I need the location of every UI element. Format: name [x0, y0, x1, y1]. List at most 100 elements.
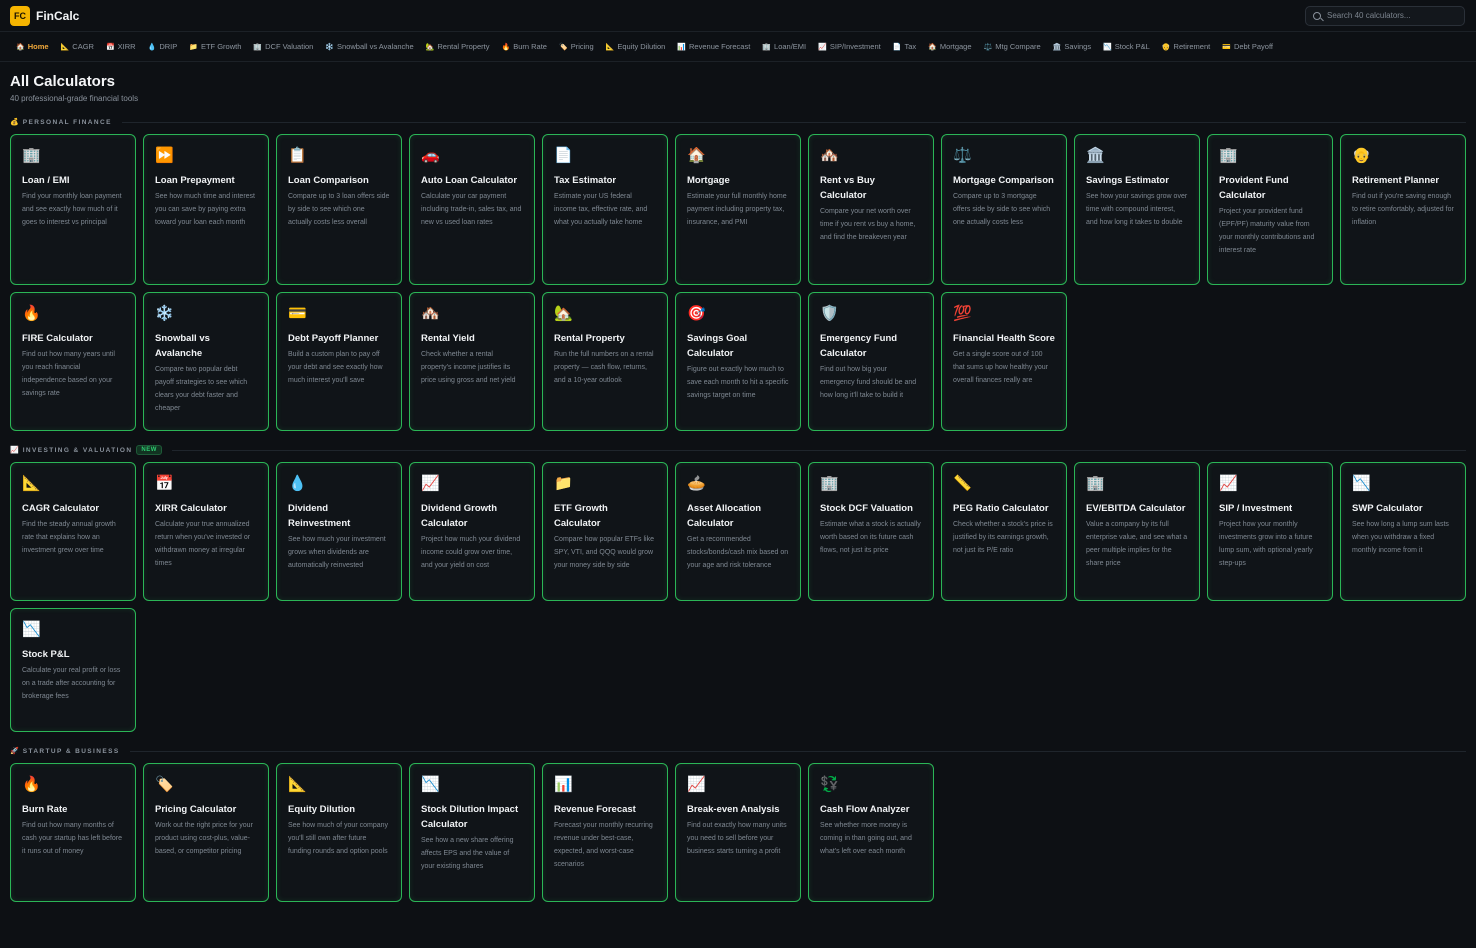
card-icon: 💧: [288, 475, 307, 492]
calculator-card-mortgage[interactable]: 🏠 Mortgage Estimate your full monthly home…: [675, 134, 801, 285]
calculator-card-burn-rate[interactable]: 🔥 Burn Rate Find out how many months of ca…: [10, 763, 136, 902]
calculator-card-financial-health-score[interactable]: 💯 Financial Health Score Get a single scor…: [941, 292, 1067, 431]
calculator-card-cash-flow-analyzer[interactable]: 💱 Cash Flow Analyzer See whether more mone…: [808, 763, 934, 902]
tab-home[interactable]: 🏠 Home: [10, 33, 55, 61]
tab-pricing[interactable]: 🏷️ Pricing: [553, 33, 600, 62]
card-title: PEG Ratio Calculator: [953, 503, 1049, 514]
card-title: Tax Estimator: [554, 175, 617, 186]
calculator-card-asset-allocation-calculator[interactable]: 🥧 Asset Allocation Calculator Get a recomm…: [675, 462, 801, 601]
calculator-card-break-even-analysis[interactable]: 📈 Break-even Analysis Find out exactly how…: [675, 763, 801, 902]
card-title: Rental Yield: [421, 333, 475, 344]
card-description: Find your monthly loan payment and see e…: [22, 193, 122, 226]
calculator-card-rent-vs-buy-calculator[interactable]: 🏘️ Rent vs Buy Calculator Compare your net…: [808, 134, 934, 285]
tab-sip-investment[interactable]: 📈 SIP/Investment: [812, 33, 887, 62]
card-icon: 🏢: [1086, 475, 1105, 492]
calculator-card-provident-fund-calculator[interactable]: 🏢 Provident Fund Calculator Project your p…: [1207, 134, 1333, 285]
calculator-card-retirement-planner[interactable]: 👴 Retirement Planner Find out if you're sa…: [1340, 134, 1466, 285]
calculator-card-stock-dilution-impact-calculator[interactable]: 📉 Stock Dilution Impact Calculator See how…: [409, 763, 535, 902]
card-grid: 📐 CAGR Calculator Find the steady annual g…: [10, 462, 1466, 732]
tab-tax[interactable]: 📄 Tax: [887, 33, 922, 62]
card-title: Savings Estimator: [1086, 175, 1169, 186]
tab-debt-payoff[interactable]: 💳 Debt Payoff: [1216, 33, 1279, 62]
tab-dcf-valuation[interactable]: 🏢 DCF Valuation: [247, 33, 319, 62]
card-icon: 📉: [421, 776, 440, 793]
tab-icon: 🔥: [501, 43, 511, 51]
calculator-card-cagr-calculator[interactable]: 📐 CAGR Calculator Find the steady annual g…: [10, 462, 136, 601]
card-icon: 🏢: [820, 475, 839, 492]
card-title: Emergency Fund Calculator: [820, 333, 898, 359]
tab-label: Pricing: [570, 42, 594, 51]
tab-revenue-forecast[interactable]: 📊 Revenue Forecast: [671, 33, 756, 62]
card-description: Forecast your monthly recurring revenue …: [554, 822, 653, 868]
tab-xirr[interactable]: 📅 XIRR: [100, 33, 142, 62]
calculator-card-xirr-calculator[interactable]: 📅 XIRR Calculator Calculate your true annu…: [143, 462, 269, 601]
calculator-card-dividend-growth-calculator[interactable]: 📈 Dividend Growth Calculator Project how m…: [409, 462, 535, 601]
calculator-card-ev-ebitda-calculator[interactable]: 🏢 EV/EBITDA Calculator Value a company by …: [1074, 462, 1200, 601]
card-icon: 📈: [1219, 475, 1238, 492]
calculator-card-swp-calculator[interactable]: 📉 SWP Calculator See how long a lump sum l…: [1340, 462, 1466, 601]
tab-rental-property[interactable]: 🏡 Rental Property: [420, 33, 496, 62]
tab-etf-growth[interactable]: 📁 ETF Growth: [183, 33, 247, 62]
tab-retirement[interactable]: 👴 Retirement: [1156, 33, 1216, 62]
card-icon: 💳: [288, 305, 307, 322]
section-header-personal-finance: 💰 PERSONAL FINANCE: [10, 116, 1466, 128]
calculator-card-loan-comparison[interactable]: 📋 Loan Comparison Compare up to 3 loan off…: [276, 134, 402, 285]
tab-equity-dilution[interactable]: 📐 Equity Dilution: [600, 33, 672, 62]
tab-savings[interactable]: 🏛️ Savings: [1047, 33, 1097, 62]
tab-cagr[interactable]: 📐 CAGR: [55, 33, 100, 62]
calculator-card-snowball-vs-avalanche[interactable]: ❄️ Snowball vs Avalanche Compare two popul…: [143, 292, 269, 431]
card-title: Asset Allocation Calculator: [687, 503, 762, 529]
calculator-card-emergency-fund-calculator[interactable]: 🛡️ Emergency Fund Calculator Find out how …: [808, 292, 934, 431]
calculator-card-loan-prepayment[interactable]: ⏩ Loan Prepayment See how much time and in…: [143, 134, 269, 285]
calculator-card-debt-payoff-planner[interactable]: 💳 Debt Payoff Planner Build a custom plan …: [276, 292, 402, 431]
app-logo[interactable]: FC: [10, 5, 30, 26]
tab-stock-pandl[interactable]: 📉 Stock P&L: [1097, 33, 1156, 62]
brand[interactable]: FC FinCalc: [10, 5, 79, 26]
card-description: See how much of your company you'll stil…: [288, 822, 388, 855]
tab-drip[interactable]: 💧 DRIP: [142, 33, 184, 62]
section-title: STARTUP & BUSINESS: [22, 747, 120, 755]
app-name[interactable]: FinCalc: [36, 9, 79, 23]
search-box[interactable]: [1305, 5, 1465, 26]
tab-label: Snowball vs Avalanche: [337, 42, 414, 51]
calculator-card-loan-emi[interactable]: 🏢 Loan / EMI Find your monthly loan paymen…: [10, 134, 136, 285]
calculator-card-pricing-calculator[interactable]: 🏷️ Pricing Calculator Work out the right p…: [143, 763, 269, 902]
card-title: Auto Loan Calculator: [421, 175, 518, 186]
tab-snowball-vs-avalanche[interactable]: ❄️ Snowball vs Avalanche: [319, 33, 419, 62]
tab-loan-emi[interactable]: 🏢 Loan/EMI: [756, 33, 812, 62]
calculator-card-savings-goal-calculator[interactable]: 🎯 Savings Goal Calculator Figure out exact…: [675, 292, 801, 431]
tab-label: DCF Valuation: [265, 42, 314, 51]
calculator-card-stock-dcf-valuation[interactable]: 🏢 Stock DCF Valuation Estimate what a stoc…: [808, 462, 934, 601]
card-icon: 📁: [554, 475, 573, 492]
tab-icon: 📄: [892, 43, 902, 51]
card-description: Calculate your true annualized return wh…: [155, 521, 251, 567]
calculator-card-auto-loan-calculator[interactable]: 🚗 Auto Loan Calculator Calculate your car …: [409, 134, 535, 285]
calculator-card-peg-ratio-calculator[interactable]: 📏 PEG Ratio Calculator Check whether a sto…: [941, 462, 1067, 601]
calculator-card-stock-pandl[interactable]: 📉 Stock P&L Calculate your real profit or …: [10, 608, 136, 732]
calculator-card-dividend-reinvestment[interactable]: 💧 Dividend Reinvestment See how much your …: [276, 462, 402, 601]
calculator-card-savings-estimator[interactable]: 🏛️ Savings Estimator See how your savings …: [1074, 134, 1200, 285]
card-description: Compare your net worth over time if you …: [820, 208, 916, 241]
card-description: Find out if you're saving enough to reti…: [1352, 193, 1454, 226]
calculator-card-tax-estimator[interactable]: 📄 Tax Estimator Estimate your US federal i…: [542, 134, 668, 285]
calculator-card-equity-dilution[interactable]: 📐 Equity Dilution See how much of your com…: [276, 763, 402, 902]
calculator-card-revenue-forecast[interactable]: 📊 Revenue Forecast Forecast your monthly r…: [542, 763, 668, 902]
calculator-card-sip-investment[interactable]: 📈 SIP / Investment Project how your monthl…: [1207, 462, 1333, 601]
tab-label: XIRR: [117, 42, 136, 51]
tab-mortgage[interactable]: 🏠 Mortgage: [922, 33, 977, 62]
calculator-card-etf-growth-calculator[interactable]: 📁 ETF Growth Calculator Compare how popula…: [542, 462, 668, 601]
card-description: See how much time and interest you can s…: [155, 193, 255, 226]
tab-icon: 🏠: [928, 43, 937, 51]
calculator-card-mortgage-comparison[interactable]: ⚖️ Mortgage Comparison Compare up to 3 mor…: [941, 134, 1067, 285]
card-title: FIRE Calculator: [22, 333, 93, 344]
calculator-card-rental-property[interactable]: 🏡 Rental Property Run the full numbers on …: [542, 292, 668, 431]
card-title: Equity Dilution: [288, 804, 356, 815]
card-icon: 📉: [22, 621, 41, 638]
calculator-card-rental-yield[interactable]: 🏘️ Rental Yield Check whether a rental pro…: [409, 292, 535, 431]
calculator-card-fire-calculator[interactable]: 🔥 FIRE Calculator Find out how many years …: [10, 292, 136, 431]
card-description: Calculate your car payment including tra…: [421, 193, 522, 226]
tab-mtg-compare[interactable]: ⚖️ Mtg Compare: [978, 33, 1047, 62]
tab-burn-rate[interactable]: 🔥 Burn Rate: [495, 33, 553, 62]
search-input[interactable]: [1327, 11, 1457, 20]
tab-icon: 📈: [818, 43, 827, 51]
